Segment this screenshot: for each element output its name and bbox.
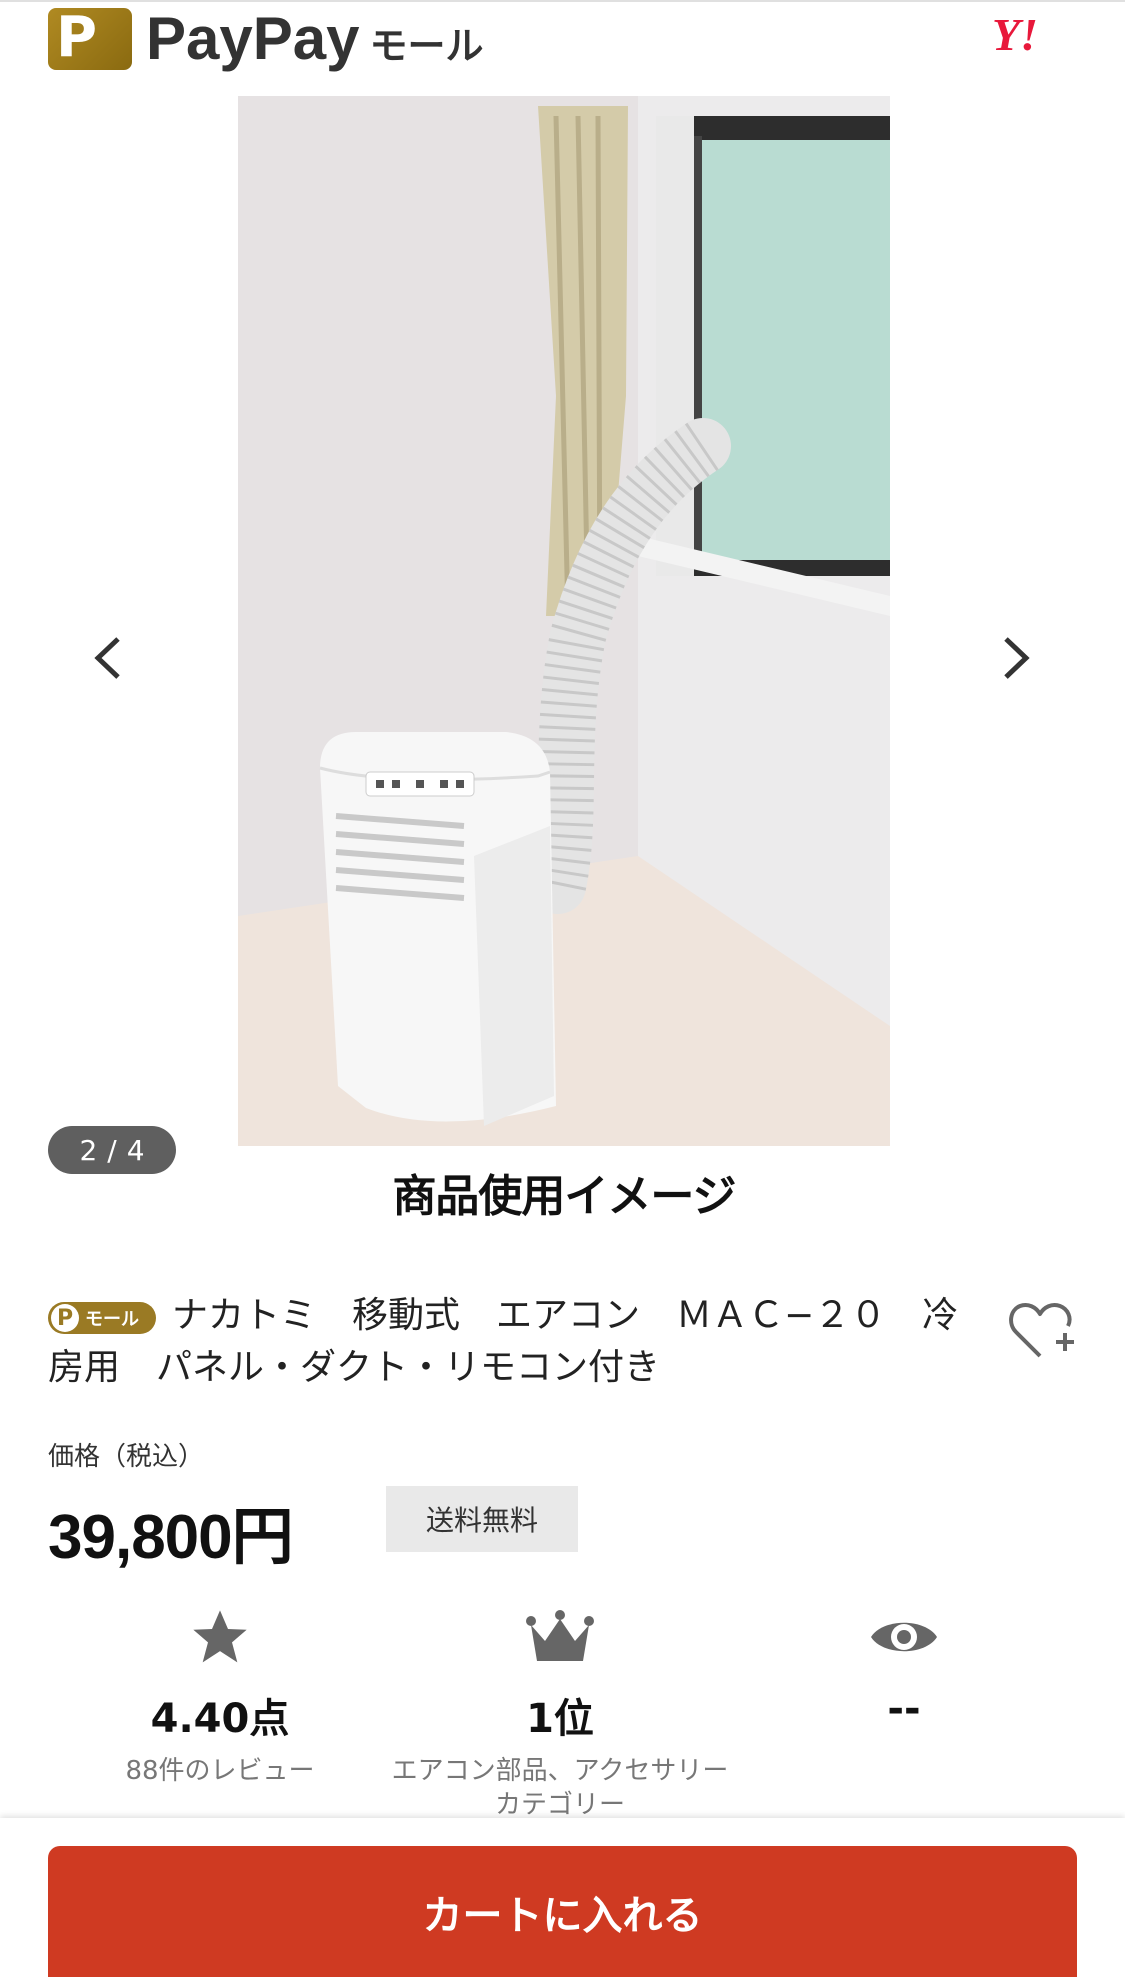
chevron-left-icon xyxy=(94,637,120,679)
rating-value: 4.40点 xyxy=(150,1696,290,1742)
price-label: 価格（税込） xyxy=(48,1442,205,1472)
views-stat: -- xyxy=(724,1602,1084,1732)
badge-letter: P xyxy=(51,1304,79,1332)
paypay-mall-badge: P モール xyxy=(48,1302,156,1334)
counter-total: 4 xyxy=(126,1133,145,1167)
rank-category: エアコン部品、アクセサリーカテゴリー xyxy=(391,1756,729,1820)
price-value: 39,800円 xyxy=(48,1503,294,1572)
rating-stat[interactable]: 4.40点 88件のレビュー xyxy=(40,1602,400,1788)
eye-icon xyxy=(724,1602,1084,1672)
badge-text: モール xyxy=(85,1309,139,1330)
free-shipping-badge: 送料無料 xyxy=(386,1486,578,1552)
heart-plus-icon xyxy=(1009,1303,1074,1358)
brand-text: PayPay xyxy=(146,5,360,72)
counter-current: 2 xyxy=(79,1133,98,1167)
yahoo-logo[interactable]: Y! xyxy=(992,8,1038,61)
star-icon xyxy=(40,1602,400,1672)
image-counter: 2 / 4 xyxy=(48,1126,176,1174)
prev-image-button[interactable] xyxy=(78,618,138,698)
crown-icon xyxy=(380,1602,740,1672)
product-title: ナカトミ 移動式 エアコン ＭＡＣ−２０ 冷房用 パネル・ダクト・リモコン付き xyxy=(48,1295,959,1388)
brand-name[interactable]: PayPay モール xyxy=(146,4,484,73)
brand-suffix: モール xyxy=(369,24,484,68)
image-caption: 商品使用イメージ xyxy=(392,1171,736,1222)
chevron-right-icon xyxy=(1004,637,1030,679)
review-count: 88件のレビュー xyxy=(125,1756,315,1786)
rank-stat[interactable]: 1位 エアコン部品、アクセサリーカテゴリー xyxy=(380,1602,740,1822)
product-image[interactable] xyxy=(238,96,890,1146)
rank-value: 1位 xyxy=(526,1696,594,1742)
product-photo-illustration xyxy=(238,96,890,1146)
logo-letter: P xyxy=(56,5,98,70)
paypay-logo-icon[interactable]: P xyxy=(48,8,132,70)
favorite-button[interactable] xyxy=(1006,1296,1076,1366)
counter-separator: / xyxy=(107,1133,117,1167)
next-image-button[interactable] xyxy=(986,618,1046,698)
add-to-cart-button[interactable]: カートに入れる xyxy=(48,1846,1077,1977)
views-value: -- xyxy=(887,1686,921,1732)
